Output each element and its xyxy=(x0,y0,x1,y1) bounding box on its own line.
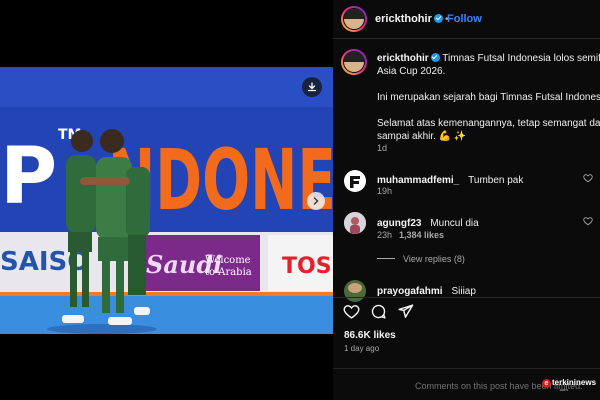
comment-2-time: 23h xyxy=(377,230,393,240)
caption-line-1: Timnas Futsal Indonesia lolos semifinal xyxy=(442,53,600,64)
comment-2-user[interactable]: agungf23 xyxy=(377,218,421,229)
caption-line-2: Asia Cup 2026. xyxy=(377,66,446,77)
caption-line-5: sampai akhir. 💪 ✨ xyxy=(377,131,467,142)
verified-icon xyxy=(430,53,440,62)
media-area: P TM NDONE SAISO Saudi Welcome to Arabia… xyxy=(0,0,333,400)
view-replies-button[interactable]: View replies (8) xyxy=(377,254,465,264)
comment-3-user[interactable]: prayogafahmi xyxy=(377,286,443,297)
chevron-right-icon xyxy=(313,197,319,205)
board-welcome: Welcome xyxy=(205,255,251,266)
banner-letter-left: P xyxy=(0,132,57,222)
photo-scene: P TM NDONE SAISO Saudi Welcome to Arabia… xyxy=(0,67,333,334)
caption-time: 1d xyxy=(377,143,388,153)
comment-1: muhammadfemi_ Tumben pak xyxy=(377,170,523,188)
next-slide-button[interactable] xyxy=(307,192,325,210)
action-bar xyxy=(333,297,600,324)
comment-2: agungf23 Muncul dia xyxy=(377,213,479,231)
view-replies-label: View replies (8) xyxy=(403,254,465,264)
watermark-e: e xyxy=(542,379,551,388)
posted-ago: 1 day ago xyxy=(344,344,380,353)
heart-icon[interactable] xyxy=(343,303,360,320)
heart-icon[interactable] xyxy=(583,173,593,183)
comment-1-time: 19h xyxy=(377,186,393,196)
post-panel: erickthohir • Follow erickthohir Timnas … xyxy=(333,0,600,400)
caption: erickthohir Timnas Futsal Indonesia lolo… xyxy=(377,52,600,143)
avatar-photo xyxy=(344,212,366,234)
commenter-avatar-1[interactable] xyxy=(344,170,366,192)
post-photo: P TM NDONE SAISO Saudi Welcome to Arabia… xyxy=(0,67,333,334)
follow-button[interactable]: Follow xyxy=(447,13,482,25)
watermark-logo: e terkininews .com xyxy=(542,378,597,392)
heart-icon[interactable] xyxy=(583,216,593,226)
author-username-text: erickthohir xyxy=(375,13,432,25)
board-arabia: to Arabia xyxy=(205,267,252,278)
author-avatar[interactable] xyxy=(341,6,367,32)
caption-author[interactable]: erickthohir xyxy=(377,53,429,64)
share-icon[interactable] xyxy=(397,303,414,320)
caption-line-3: Ini merupakan sejarah bagi Timnas Futsal… xyxy=(377,92,600,103)
watermark-sub: .com xyxy=(559,387,568,392)
commenter-avatar-2[interactable] xyxy=(344,212,366,234)
comment-3-text: Siiiap xyxy=(451,286,476,297)
likes-count[interactable]: 86.6K likes xyxy=(344,330,396,341)
comment-2-likes[interactable]: 1,384 likes xyxy=(399,230,444,240)
caption-author-avatar[interactable] xyxy=(341,49,367,75)
download-button[interactable] xyxy=(302,77,322,97)
comment-1-user[interactable]: muhammadfemi_ xyxy=(377,175,459,186)
replies-divider xyxy=(377,258,395,259)
author-username[interactable]: erickthohir xyxy=(375,13,443,25)
caption-line-4: Selamat atas kemenangannya, tetap semang… xyxy=(377,118,600,129)
brand-logo-icon xyxy=(350,176,360,188)
comment-2-text: Muncul dia xyxy=(430,218,479,229)
board-toshiba: TOS xyxy=(282,254,332,279)
comment-icon[interactable] xyxy=(370,303,387,320)
download-icon xyxy=(307,82,317,92)
watermark-brand: terkininews xyxy=(552,378,597,387)
verified-icon xyxy=(433,14,443,23)
comment-1-text: Tumben pak xyxy=(468,175,524,186)
post-header: erickthohir • Follow xyxy=(333,0,600,39)
